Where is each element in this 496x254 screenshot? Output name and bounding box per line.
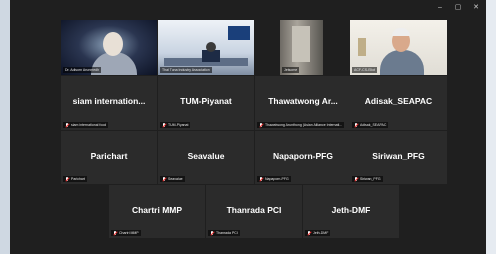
- participant-tile[interactable]: siam internation... siam international f…: [61, 76, 157, 130]
- mic-muted-icon: [65, 176, 69, 182]
- participant-display-name: TUM-Piyanat: [180, 96, 232, 106]
- meeting-window: – ▢ ✕ Dr. Adisorn Arunmedh Thai Tuna Ind…: [10, 0, 486, 254]
- restore-icon[interactable]: ▢: [454, 4, 462, 12]
- participant-display-name: Seavalue: [187, 151, 225, 161]
- participant-label: ACF-CS-Eliot: [352, 67, 378, 73]
- window-controls: – ▢ ✕: [436, 4, 480, 12]
- participant-label: Parichart: [63, 176, 88, 182]
- participant-tile[interactable]: Seavalue Seavalue: [158, 131, 254, 184]
- mic-muted-icon: [354, 176, 358, 182]
- mic-muted-icon: [113, 230, 117, 236]
- mic-muted-icon: [65, 122, 69, 128]
- participant-name: ACF-CS-Eliot: [354, 68, 376, 72]
- participant-tile-video[interactable]: Dr. Adisorn Arunmedh: [61, 20, 157, 75]
- mic-muted-icon: [259, 122, 263, 128]
- participant-display-name: Chartri MMP: [131, 205, 183, 215]
- mic-muted-icon: [162, 176, 166, 182]
- participant-display-name: Thanrada PCI: [226, 205, 282, 215]
- participant-label: Seavalue: [160, 176, 185, 182]
- participant-display-name: Adisak_SEAPAC: [364, 96, 433, 106]
- participant-label: Dr. Adisorn Arunmedh: [63, 67, 102, 73]
- participant-label: Chartri MMP: [111, 230, 141, 236]
- participant-label: Adisak_SEAPAC: [352, 122, 389, 128]
- minimize-icon[interactable]: –: [436, 4, 444, 12]
- participant-name: Dr. Adisorn Arunmedh: [65, 68, 100, 72]
- mic-muted-icon: [259, 176, 263, 182]
- participant-name: Jetsome: [284, 68, 298, 72]
- participant-name: Thai Tuna Industry Association: [162, 68, 210, 72]
- mic-muted-icon: [307, 230, 311, 236]
- participant-label: Jeth-DMF: [305, 230, 331, 236]
- mic-muted-icon: [354, 122, 358, 128]
- participant-tile[interactable]: Thanrada PCI Thanrada PCI: [206, 185, 302, 238]
- participant-label: Jetsome: [282, 67, 300, 73]
- participant-label: Napaporn-PFG: [257, 176, 291, 182]
- participant-tile[interactable]: Siriwan_PFG Siriwan_PFG: [350, 131, 447, 184]
- participant-tile[interactable]: Napaporn-PFG Napaporn-PFG: [255, 131, 351, 184]
- participant-display-name: Siriwan_PFG: [372, 151, 425, 161]
- participant-label: Thanrada PCI: [208, 230, 240, 236]
- participant-display-name: siam internation...: [72, 96, 146, 106]
- participant-display-name: Parichart: [90, 151, 128, 161]
- participant-label: TUM-Piyanat: [160, 122, 191, 128]
- participant-tile[interactable]: Chartri MMP Chartri MMP: [109, 185, 205, 238]
- participant-tile[interactable]: Parichart Parichart: [61, 131, 157, 184]
- participant-tile[interactable]: Adisak_SEAPAC Adisak_SEAPAC: [350, 76, 447, 130]
- background-right: [486, 0, 496, 254]
- participant-label: siam international food: [63, 122, 109, 128]
- participant-tile[interactable]: TUM-Piyanat TUM-Piyanat: [158, 76, 254, 130]
- close-icon[interactable]: ✕: [472, 4, 480, 12]
- participant-label: Thai Tuna Industry Association: [160, 67, 212, 73]
- mic-muted-icon: [162, 122, 166, 128]
- participant-tile-video-active-speaker[interactable]: ACF-CS-Eliot: [350, 20, 447, 75]
- participant-label: Siriwan_PFG: [352, 176, 383, 182]
- participant-tile-video[interactable]: Jetsome: [280, 20, 323, 75]
- participant-label: Thawatwong Arunthong (Asian Alliance Int…: [257, 122, 345, 128]
- participant-tile-video[interactable]: Thai Tuna Industry Association: [158, 20, 254, 75]
- participant-display-name: Napaporn-PFG: [273, 151, 333, 161]
- participant-tile[interactable]: Thawatwong Ar... Thawatwong Arunthong (A…: [255, 76, 351, 130]
- background-left: [0, 0, 10, 254]
- participant-display-name: Thawatwong Ar...: [268, 96, 338, 106]
- mic-muted-icon: [210, 230, 214, 236]
- participant-tile[interactable]: Jeth-DMF Jeth-DMF: [303, 185, 399, 238]
- participant-display-name: Jeth-DMF: [331, 205, 371, 215]
